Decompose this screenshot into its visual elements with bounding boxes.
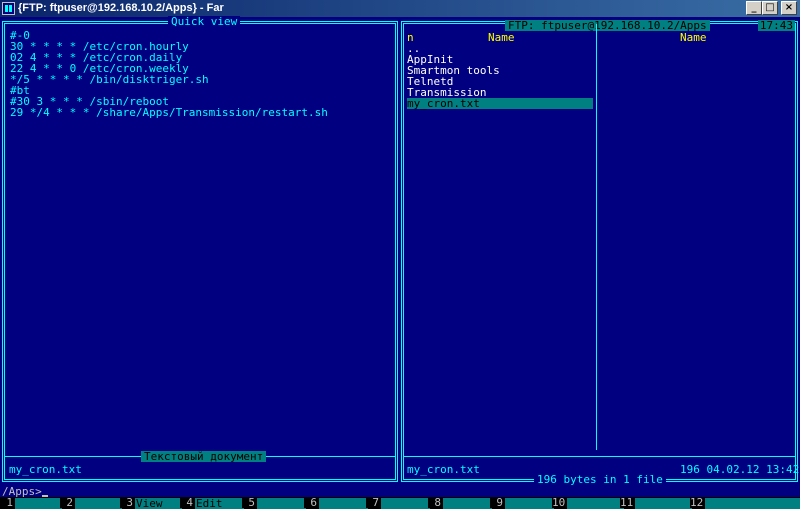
key-f9[interactable]: 9 — [490, 497, 554, 509]
left-status-filename: my_cron.txt — [9, 463, 82, 476]
close-button[interactable]: × — [781, 1, 797, 15]
key-f12[interactable]: 12 — [690, 497, 800, 509]
file-list: .. AppInit Smartmon tools Telnetd Transm… — [407, 43, 593, 109]
ftp-file-panel[interactable]: FTP: ftpuser@192.168.10.2/Apps 17:43 n N… — [401, 19, 800, 485]
quick-view-panel[interactable]: Quick view #-0 30 * * * * /etc/cron.hour… — [2, 16, 398, 482]
right-status-filename: my_cron.txt — [407, 463, 480, 476]
key-f2[interactable]: 2 — [60, 497, 122, 509]
maximize-button[interactable]: □ — [762, 1, 778, 15]
window-titlebar: {FTP: ftpuser@192.168.10.2/Apps} - Far _… — [0, 0, 800, 17]
column-header-name-1: Name — [488, 31, 515, 44]
key-f7[interactable]: 7 — [366, 497, 430, 509]
minimize-button[interactable]: _ — [746, 1, 762, 15]
quick-view-line: */5 * * * * /bin/disktriger.sh — [10, 73, 209, 86]
file-type-caption: Текстовый документ — [141, 451, 267, 462]
far-console: Quick view #-0 30 * * * * /etc/cron.hour… — [0, 16, 800, 509]
key-f4-edit[interactable]: 4 Edit — [180, 497, 244, 509]
column-separator — [596, 24, 597, 450]
key-f1[interactable]: 1 — [0, 497, 62, 509]
clock: 17:43 — [757, 19, 795, 32]
quick-view-caption: Quick view — [168, 16, 241, 27]
key-f5[interactable]: 5 — [242, 497, 306, 509]
quick-view-content: #-0 30 * * * * /etc/cron.hourly 02 4 * *… — [10, 30, 328, 118]
panel-summary: 196 bytes in 1 file — [534, 474, 666, 485]
quick-view-line: 29 */4 * * * /share/Apps/Transmission/re… — [10, 106, 328, 119]
far-app-icon[interactable] — [2, 2, 15, 15]
ftp-panel-caption[interactable]: FTP: ftpuser@192.168.10.2/Apps — [505, 20, 710, 31]
column-header-name-2: Name — [680, 31, 707, 44]
key-f10[interactable]: 10 — [552, 497, 624, 509]
function-key-bar: 1 2 3 View 4 Edit 5 6 7 8 9 10 11 12 — [0, 497, 800, 509]
key-f11[interactable]: 11 — [620, 497, 692, 509]
right-status-info: 196 04.02.12 13:42 — [680, 463, 800, 476]
key-f6[interactable]: 6 — [304, 497, 368, 509]
panel-divider — [404, 456, 795, 457]
key-f3-view[interactable]: 3 View — [120, 497, 182, 509]
key-f8[interactable]: 8 — [428, 497, 492, 509]
file-item-my-cron[interactable]: my_cron.txt — [407, 98, 593, 109]
